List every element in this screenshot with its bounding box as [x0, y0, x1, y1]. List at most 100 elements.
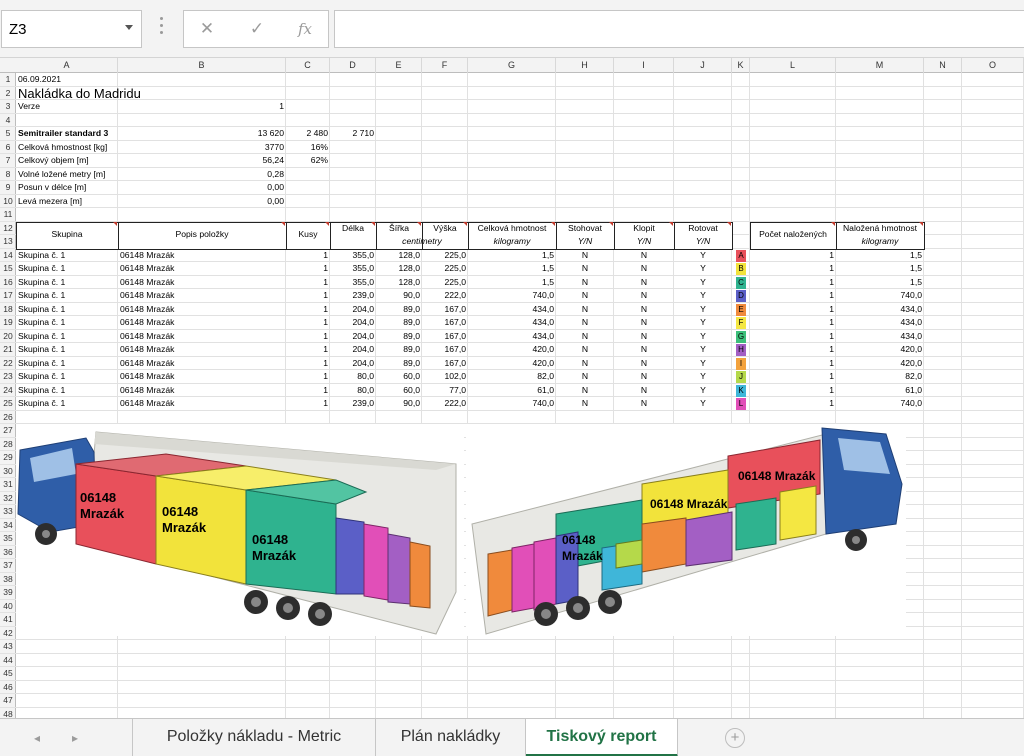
item-height[interactable]: 167,0 [422, 357, 468, 371]
row-header-33[interactable]: 33 [0, 505, 16, 519]
chevron-left-icon[interactable]: ◂ [34, 731, 44, 745]
item-loaded-weight[interactable]: 434,0 [836, 303, 924, 317]
item-tilt[interactable]: N [614, 303, 674, 317]
item-loaded-weight[interactable]: 434,0 [836, 316, 924, 330]
row-header-6[interactable]: 6 [0, 141, 16, 154]
comment-indicator-icon[interactable] [831, 221, 835, 226]
row-header-8[interactable]: 8 [0, 168, 16, 181]
item-stack[interactable]: N [556, 249, 614, 263]
item-width[interactable]: 60,0 [376, 370, 422, 384]
info-percent[interactable] [286, 181, 330, 195]
item-rotate[interactable]: Y [674, 289, 732, 303]
item-group[interactable]: Skupina č. 1 [16, 262, 118, 276]
row-header-23[interactable]: 23 [0, 370, 16, 384]
item-group[interactable]: Skupina č. 1 [16, 276, 118, 290]
item-color-tag[interactable]: D [736, 290, 746, 302]
item-stack[interactable]: N [556, 397, 614, 411]
item-length[interactable]: 204,0 [330, 330, 376, 344]
item-color-tag[interactable]: C [736, 276, 746, 289]
row-header-32[interactable]: 32 [0, 492, 16, 505]
row-header-47[interactable]: 47 [0, 694, 16, 708]
tab-tiskovy-report[interactable]: Tiskový report [526, 719, 678, 756]
item-qty[interactable]: 1 [286, 316, 330, 330]
item-color-tag[interactable]: A [736, 249, 746, 262]
item-tilt[interactable]: N [614, 370, 674, 384]
item-width[interactable]: 89,0 [376, 357, 422, 371]
row-header-43[interactable]: 43 [0, 640, 16, 654]
item-color-tag[interactable]: K [736, 384, 746, 397]
item-width[interactable]: 89,0 [376, 316, 422, 330]
item-desc[interactable]: 06148 Mrazák [118, 357, 286, 371]
item-weight[interactable]: 1,5 [468, 262, 556, 276]
item-weight[interactable]: 434,0 [468, 303, 556, 317]
item-color-tag[interactable]: H [736, 344, 746, 356]
row-header-4[interactable]: 4 [0, 114, 16, 127]
trailer-length[interactable]: 13 620 [118, 127, 286, 141]
info-value[interactable]: 0,00 [118, 195, 286, 209]
row-header-38[interactable]: 38 [0, 573, 16, 586]
row-header-11[interactable]: 11 [0, 208, 16, 222]
info-label[interactable]: Posun v délce [m] [16, 181, 118, 195]
item-desc[interactable]: 06148 Mrazák [118, 262, 286, 276]
row-header-12[interactable]: 12 [0, 222, 16, 235]
item-loaded-weight[interactable]: 1,5 [836, 249, 924, 263]
column-header-h[interactable]: H [556, 58, 614, 73]
item-length[interactable]: 80,0 [330, 384, 376, 398]
item-color-tag[interactable]: E [736, 303, 746, 316]
item-desc[interactable]: 06148 Mrazák [118, 316, 286, 330]
item-color-tag[interactable]: F [736, 317, 746, 329]
version-value[interactable]: 1 [118, 100, 286, 114]
header-loaded-weight[interactable]: Naložená hmotnost [836, 222, 924, 236]
item-loaded-weight[interactable]: 740,0 [836, 397, 924, 411]
item-loaded-count[interactable]: 1 [750, 276, 836, 290]
item-weight[interactable]: 434,0 [468, 316, 556, 330]
name-box[interactable]: Z3 [1, 10, 142, 48]
row-header-29[interactable]: 29 [0, 451, 16, 465]
header-group[interactable]: Skupina [16, 228, 118, 242]
column-header-i[interactable]: I [614, 58, 674, 73]
row-header-46[interactable]: 46 [0, 681, 16, 694]
item-group[interactable]: Skupina č. 1 [16, 303, 118, 317]
item-rotate[interactable]: Y [674, 397, 732, 411]
trailer-width[interactable]: 2 480 [286, 127, 330, 141]
info-label[interactable]: Celková hmostnost [kg] [16, 141, 118, 155]
row-header-1[interactable]: 1 [0, 73, 16, 87]
item-loaded-weight[interactable]: 1,5 [836, 276, 924, 290]
column-header-k[interactable]: K [732, 58, 750, 73]
item-height[interactable]: 167,0 [422, 303, 468, 317]
comment-indicator-icon[interactable] [281, 221, 285, 226]
item-weight[interactable]: 61,0 [468, 384, 556, 398]
item-weight[interactable]: 434,0 [468, 330, 556, 344]
item-stack[interactable]: N [556, 357, 614, 371]
row-header-15[interactable]: 15 [0, 262, 16, 276]
row-header-45[interactable]: 45 [0, 667, 16, 681]
row-header-2[interactable]: 2 [0, 87, 16, 100]
row-header-34[interactable]: 34 [0, 519, 16, 532]
item-desc[interactable]: 06148 Mrazák [118, 384, 286, 398]
item-height[interactable]: 167,0 [422, 316, 468, 330]
column-header-o[interactable]: O [962, 58, 1024, 73]
tab-polozky-nakladu[interactable]: Položky nákladu - Metric [132, 719, 376, 756]
item-width[interactable]: 128,0 [376, 262, 422, 276]
row-header-30[interactable]: 30 [0, 465, 16, 478]
item-width[interactable]: 60,0 [376, 384, 422, 398]
item-rotate[interactable]: Y [674, 303, 732, 317]
item-tilt[interactable]: N [614, 357, 674, 371]
item-stack[interactable]: N [556, 303, 614, 317]
item-rotate[interactable]: Y [674, 249, 732, 263]
row-header-37[interactable]: 37 [0, 559, 16, 573]
item-stack[interactable]: N [556, 276, 614, 290]
header-yn[interactable]: Y/N [556, 235, 614, 249]
item-qty[interactable]: 1 [286, 303, 330, 317]
item-loaded-weight[interactable]: 420,0 [836, 343, 924, 357]
item-width[interactable]: 89,0 [376, 330, 422, 344]
item-desc[interactable]: 06148 Mrazák [118, 276, 286, 290]
item-height[interactable]: 102,0 [422, 370, 468, 384]
info-label[interactable]: Volné ložené metry [m] [16, 168, 118, 182]
plus-icon[interactable]: + [725, 728, 745, 748]
spreadsheet-grid[interactable]: ABCDEFGHIJKLMNO 1 2 3 4 5 6 7 8 9 10 11 12 13 14 15 16 1… [0, 58, 1024, 718]
item-length[interactable]: 80,0 [330, 370, 376, 384]
info-value[interactable]: 0,00 [118, 181, 286, 195]
item-length[interactable]: 239,0 [330, 397, 376, 411]
info-value[interactable]: 56,24 [118, 154, 286, 168]
